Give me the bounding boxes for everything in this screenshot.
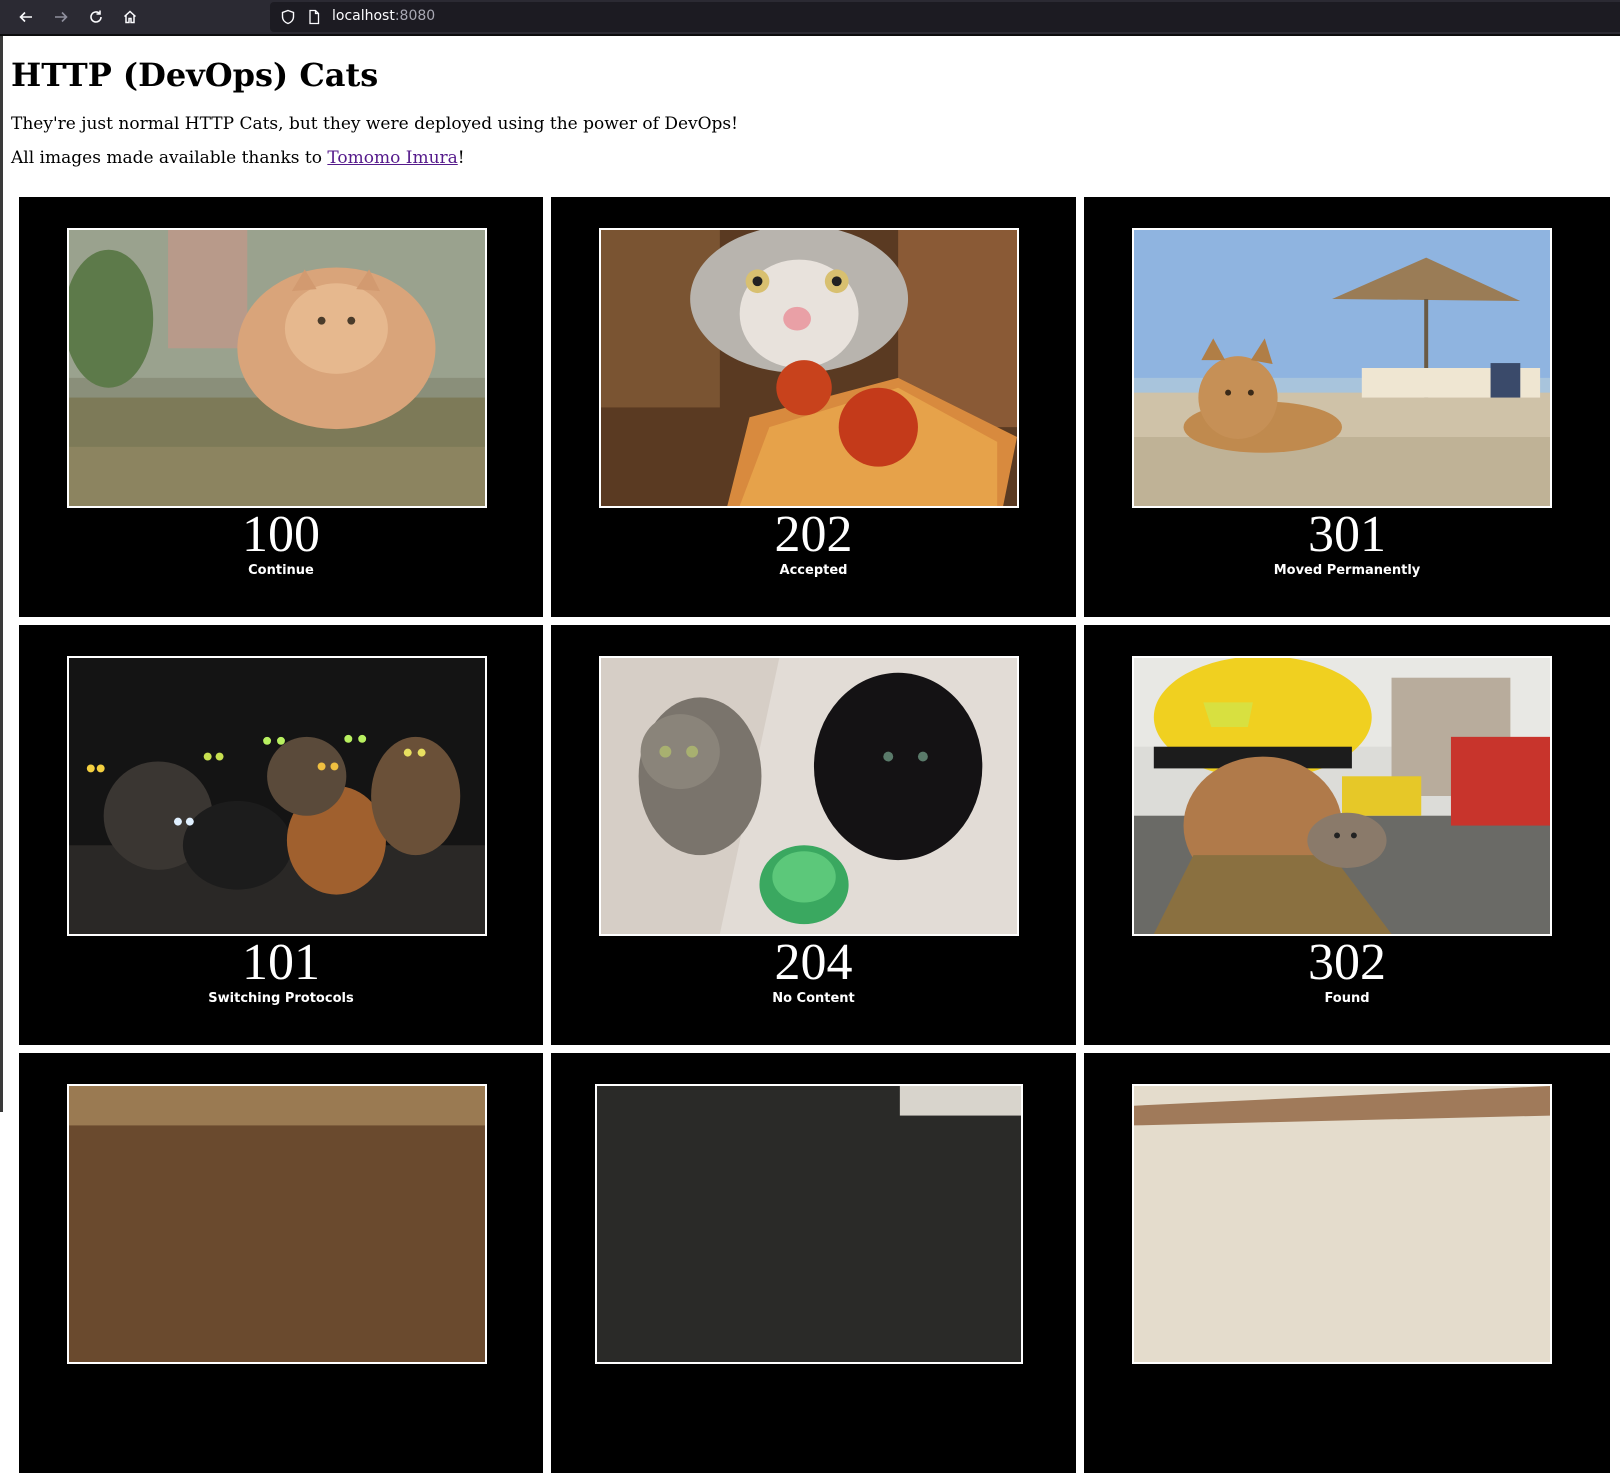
cat-card: 302 Found — [1084, 625, 1610, 1045]
url-text[interactable]: localhost:8080 — [332, 8, 435, 24]
url-bar[interactable]: localhost:8080 — [270, 2, 1620, 32]
status-code: 202 — [774, 506, 853, 563]
shield-icon[interactable] — [280, 9, 296, 25]
cat-photo-302 — [1131, 655, 1553, 937]
status-label: Accepted — [779, 563, 848, 578]
reload-icon[interactable] — [84, 5, 108, 29]
page-icon — [309, 9, 320, 25]
cat-photo — [66, 1083, 488, 1365]
window-edge — [0, 36, 3, 1112]
credit-prefix: All images made available thanks to — [11, 148, 328, 168]
back-arrow-icon[interactable] — [14, 5, 38, 29]
cat-photo-202 — [598, 227, 1020, 509]
credit-text: All images made available thanks to Tomo… — [11, 148, 465, 168]
cat-card — [19, 1053, 543, 1473]
cat-card: 202 Accepted — [551, 197, 1076, 617]
cat-photo-301 — [1131, 227, 1553, 509]
status-label: Continue — [248, 563, 314, 578]
status-label: Found — [1324, 991, 1370, 1006]
cat-grid: 100 Continue 202 Accepted 301 Moved Perm… — [19, 197, 1610, 1473]
cat-card — [551, 1053, 1076, 1473]
status-code: 302 — [1308, 934, 1386, 991]
cat-card — [1084, 1053, 1610, 1473]
status-code: 101 — [242, 934, 320, 991]
status-label: Switching Protocols — [208, 991, 354, 1006]
url-port: :8080 — [394, 8, 436, 24]
cat-card: 100 Continue — [19, 197, 543, 617]
cat-photo-204 — [598, 655, 1020, 937]
cat-photo — [594, 1083, 1024, 1365]
cat-photo-101 — [66, 655, 488, 937]
browser-toolbar: localhost:8080 — [0, 0, 1620, 34]
cat-card: 101 Switching Protocols — [19, 625, 543, 1045]
status-label: Moved Permanently — [1273, 563, 1421, 578]
status-code: 100 — [242, 506, 320, 563]
credit-suffix: ! — [457, 148, 465, 168]
toolbar-divider — [0, 34, 1620, 36]
credit-link[interactable]: Tomomo Imura — [327, 148, 457, 168]
status-code: 301 — [1308, 506, 1386, 563]
home-icon[interactable] — [118, 5, 142, 29]
intro-text: They're just normal HTTP Cats, but they … — [11, 114, 738, 134]
cat-photo-100 — [66, 227, 488, 509]
cat-card: 204 No Content — [551, 625, 1076, 1045]
forward-arrow-icon[interactable] — [49, 5, 73, 29]
url-host: localhost — [332, 8, 395, 24]
status-code: 204 — [774, 934, 853, 991]
cat-photo — [1131, 1083, 1553, 1365]
page-title: HTTP (DevOps) Cats — [11, 56, 379, 94]
cat-card: 301 Moved Permanently — [1084, 197, 1610, 617]
status-label: No Content — [772, 991, 855, 1006]
